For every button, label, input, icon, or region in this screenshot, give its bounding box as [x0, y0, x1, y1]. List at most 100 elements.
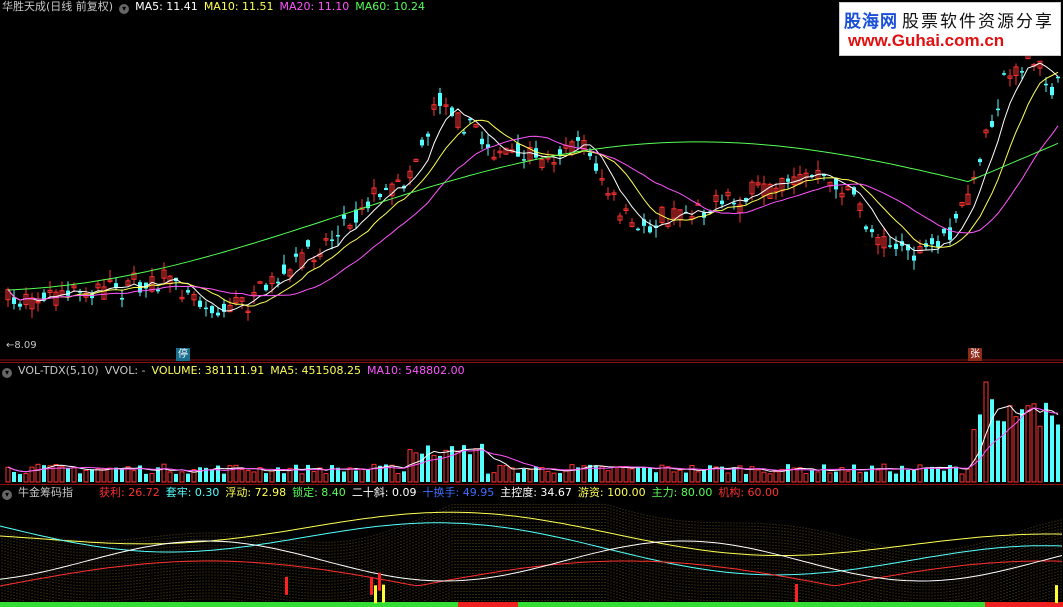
chip-indicator-panel[interactable]: ▾ 牛金筹码指 获利: 26.72 套牢: 0.30 浮动: 72.98 锁定: 8.40…: [0, 486, 1063, 607]
volume-bar: [822, 464, 826, 482]
candle-body: [516, 143, 520, 157]
candle-body: [942, 228, 946, 234]
candle-body: [330, 239, 334, 241]
volume-bar: [66, 468, 70, 482]
volume-bar: [588, 464, 592, 482]
candle-body: [294, 253, 298, 257]
volume-bar: [35, 463, 41, 483]
stock-title: 华胜天成(日线 前复权): [2, 0, 114, 13]
ma10-value: MA10: 11.51: [203, 0, 274, 13]
volume-bar: [167, 471, 173, 483]
volume-bar: [671, 471, 677, 483]
volume-chart-panel[interactable]: ▾ VOL-TDX(5,10) VVOL: - VOLUME: 381111.91 MA…: [0, 364, 1063, 484]
volume-bar: [174, 473, 178, 482]
volume-bar: [239, 469, 245, 483]
volume-bar: [827, 472, 833, 483]
volume-bar: [491, 472, 497, 483]
volume-bar: [965, 468, 971, 483]
volume-ma5-line: [7, 405, 1059, 473]
candle-body: [306, 240, 310, 247]
volume-bar: [522, 468, 526, 482]
volume-bar: [413, 452, 419, 483]
volume-bar: [191, 469, 197, 483]
volume-bar: [90, 469, 94, 482]
volume-bar: [107, 467, 113, 483]
volume-bar: [282, 473, 286, 482]
volume-bar: [810, 469, 814, 482]
price-chart-panel[interactable]: 华胜天成(日线 前复权) ▾ MA5: 11.41 MA10: 11.51 MA20: …: [0, 0, 1063, 362]
floating-line: [0, 511, 1063, 557]
candle-body: [720, 200, 724, 205]
volume-bar: [59, 466, 65, 483]
candle-body: [462, 132, 466, 134]
volume-bar: [347, 467, 353, 483]
main-force-value: 主力: 80.00: [651, 486, 713, 499]
volume-bar: [101, 468, 107, 483]
volume-bar: [773, 471, 779, 483]
volume-bar: [852, 464, 856, 482]
volume-bar: [665, 466, 671, 483]
candle-body: [156, 289, 160, 292]
volume-bar: [761, 471, 767, 483]
volume-bar: [744, 473, 748, 482]
volume-bar: [120, 468, 124, 482]
candle-body: [420, 139, 424, 146]
volume-bar: [954, 466, 958, 482]
volume-bar: [269, 470, 275, 483]
candle-body: [786, 178, 790, 182]
volume-bar: [1056, 424, 1060, 482]
volume-bar: [527, 469, 533, 483]
volume-bar: [942, 470, 946, 482]
candle-body: [342, 214, 346, 219]
volume-bar: [959, 473, 965, 483]
volume-bar: [1007, 405, 1013, 483]
volume-ma5-value: MA5: 451508.25: [270, 364, 361, 377]
candle-body: [336, 235, 340, 237]
volume-bar: [359, 468, 365, 483]
volume-bar: [53, 464, 59, 483]
candle-body: [276, 281, 280, 284]
settings-circle-icon[interactable]: ▾: [2, 490, 12, 500]
volume-bars-chart[interactable]: [0, 364, 1063, 484]
volume-bar: [1044, 402, 1048, 482]
volume-bar: [161, 463, 167, 483]
slope20-line: [0, 540, 1063, 582]
ma60-value: MA60: 10.24: [355, 0, 425, 13]
settings-circle-icon[interactable]: ▾: [119, 4, 130, 14]
volume-bar: [371, 463, 377, 483]
volume-bar: [702, 470, 706, 482]
volume-bar: [251, 471, 257, 483]
volume-bar: [509, 467, 515, 483]
candle-body: [648, 226, 652, 233]
volume-bar: [144, 473, 148, 482]
ma20-value: MA20: 11.10: [279, 0, 350, 13]
chip-indicator-chart[interactable]: [0, 486, 1063, 607]
institution-value: 机构: 60.00: [718, 486, 780, 499]
limit-up-flag: 张: [968, 348, 982, 361]
candle-body: [948, 227, 952, 240]
volume-bar: [1031, 403, 1037, 483]
volume-bar: [708, 465, 712, 482]
volume-value: VOLUME: 381111.91: [151, 364, 265, 377]
volume-bar: [906, 469, 910, 482]
volume-bar: [725, 472, 731, 483]
volume-bar: [996, 420, 1000, 482]
signal-bar: [382, 584, 385, 603]
volume-bar: [648, 468, 652, 482]
volume-bar: [881, 463, 887, 483]
candle-body: [210, 306, 214, 314]
volume-bar: [95, 468, 101, 483]
candle-body: [426, 133, 430, 137]
slope20-value: 二十斜: 0.09: [351, 486, 417, 499]
volume-bar: [677, 469, 683, 483]
volume-bar: [455, 450, 461, 483]
volume-bar: [42, 465, 46, 482]
volume-bar: [503, 465, 509, 483]
candle-body: [936, 241, 940, 248]
candle-body: [594, 163, 598, 171]
settings-circle-icon[interactable]: ▾: [2, 368, 12, 378]
volume-bar: [845, 470, 851, 483]
watermark-brand: 股海网 股票软件资源分享: [844, 7, 1054, 32]
volume-bar: [912, 470, 916, 482]
volume-bar: [857, 471, 863, 483]
